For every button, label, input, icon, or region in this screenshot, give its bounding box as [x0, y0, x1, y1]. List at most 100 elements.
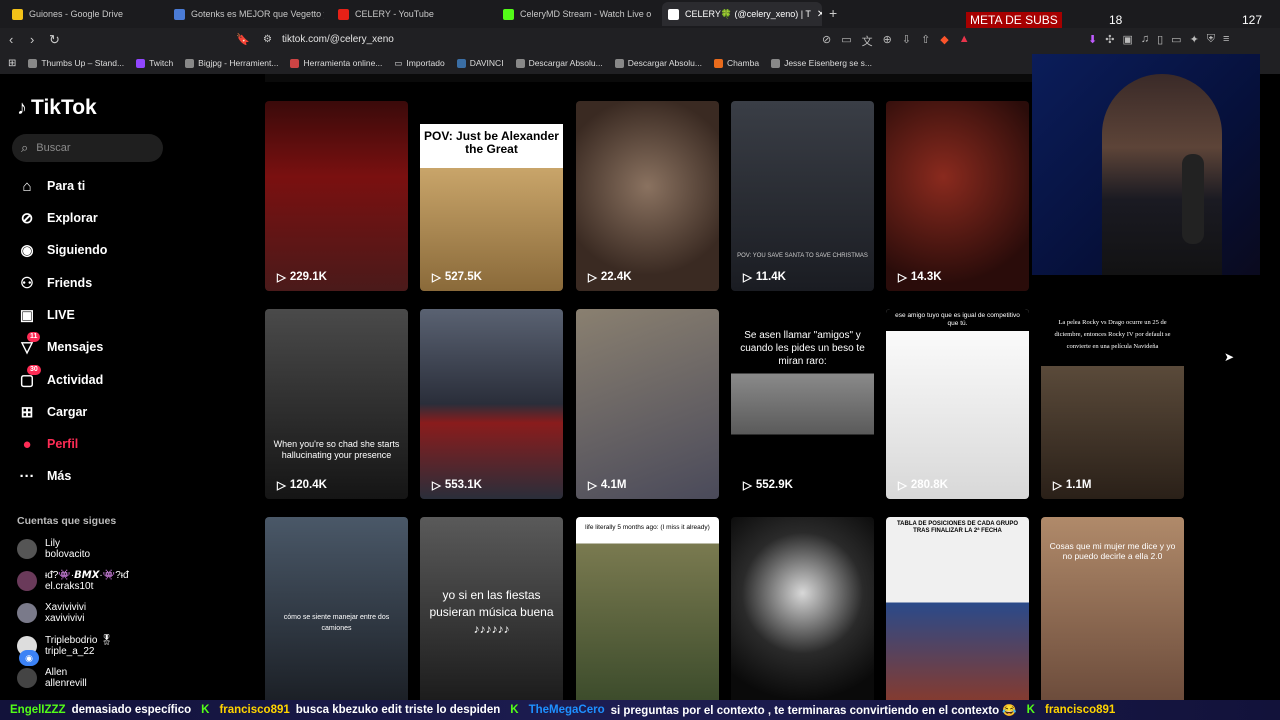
nav-label: Mensajes: [47, 340, 104, 354]
kick-icon: K: [510, 704, 519, 716]
nav-explorar[interactable]: ⊘ Explorar: [17, 207, 98, 229]
compass-icon: ⊘: [20, 210, 34, 227]
play-icon: ▷: [277, 272, 286, 284]
subs-goal-current: 18: [1109, 13, 1123, 27]
chat-message: si preguntas por el contexto , te termin…: [610, 705, 1017, 717]
video-thumbnail[interactable]: POV: YOU SAVE SANTA TO SAVE CHRISTMAS ▷ 1…: [731, 101, 874, 291]
view-count: ▷ 280.8K: [898, 478, 948, 492]
chat-username: TheMegaCero: [528, 704, 605, 716]
view-count: ▷ 22.4K: [588, 270, 632, 284]
tab-tiktok-active[interactable]: CELERY🍀 (@celery_xeno) | T ✕: [662, 2, 822, 26]
video-thumbnail[interactable]: La pelea Rocky vs Drago ocurre un 25 de …: [1041, 309, 1184, 499]
video-thumbnail[interactable]: ▷ 553.1K: [420, 309, 563, 499]
nav-label: Explorar: [47, 211, 98, 225]
nav-perfil[interactable]: ● Perfil: [17, 433, 78, 455]
bookmark-item[interactable]: Herramienta online...: [290, 58, 382, 68]
nav-siguiendo[interactable]: ◉ Siguiendo: [17, 239, 107, 261]
streamer-silhouette: [1102, 74, 1222, 275]
bookmark-item[interactable]: Jesse Eisenberg se s...: [771, 58, 872, 68]
screenshot-icon[interactable]: ▣: [1122, 33, 1132, 46]
video-thumbnail[interactable]: cómo se siente manejar entre dos camione…: [265, 517, 408, 707]
video-thumbnail[interactable]: Se asen llamar "amigos" y cuando les pid…: [731, 309, 874, 499]
tab-google-drive[interactable]: Guiones - Google Drive: [12, 4, 162, 24]
zoom-icon[interactable]: ⊕: [883, 33, 892, 49]
nav-mas[interactable]: ··· Más: [17, 465, 72, 487]
close-icon[interactable]: ✕: [817, 9, 822, 20]
bookmark-item[interactable]: Descargar Absolu...: [614, 58, 702, 68]
vpn-icon[interactable]: ⛨: [1207, 33, 1215, 46]
video-thumbnail[interactable]: life literally 5 months ago: (I miss it …: [576, 517, 719, 707]
share-icon[interactable]: ⇧: [921, 33, 930, 49]
bookmark-icon[interactable]: 🔖: [236, 33, 250, 47]
video-thumbnail[interactable]: ▷ 4.1M: [576, 309, 719, 499]
brave-rewards-icon[interactable]: ▲: [959, 33, 970, 49]
chat-username: francisco891: [1044, 704, 1116, 716]
video-thumbnail[interactable]: POV: Just be Alexander the Great ▷ 527.5K: [420, 101, 563, 291]
download-page-icon[interactable]: ⇩: [902, 33, 911, 49]
profile-icon: ●: [22, 435, 32, 453]
search-icon: ⌕: [21, 140, 29, 155]
view-count-text: 552.9K: [755, 479, 793, 491]
view-count-text: 4.1M: [600, 479, 627, 491]
floating-widget-icon[interactable]: ◉: [19, 650, 39, 666]
video-thumbnail[interactable]: Cosas que mi mujer me dice y yo no puedo…: [1041, 517, 1184, 707]
tiktok-logo[interactable]: ♪ TikTok: [17, 96, 97, 120]
translate-icon[interactable]: 文: [862, 33, 873, 49]
view-count-text: 229.1K: [289, 271, 327, 283]
video-thumbnail[interactable]: [731, 517, 874, 707]
nav-para-ti[interactable]: ⌂ Para ti: [17, 175, 85, 197]
download-icon[interactable]: ⬇: [1088, 33, 1097, 46]
bookmark-item[interactable]: Chamba: [713, 58, 759, 68]
bookmark-item[interactable]: DAVINCI: [456, 58, 504, 68]
bookmark-item[interactable]: Thumbs Up – Stand...: [28, 58, 124, 68]
back-icon[interactable]: ‹: [9, 33, 13, 47]
menu-icon[interactable]: ≡: [1223, 33, 1229, 46]
bookmark-icon: [515, 58, 525, 68]
chat-message: busca kbezuko edit triste lo despiden: [295, 704, 501, 716]
nav-cargar[interactable]: ⊞ Cargar: [17, 401, 88, 423]
brave-shield-icon[interactable]: ◆: [940, 33, 948, 49]
forward-icon[interactable]: ›: [30, 33, 34, 47]
search-input[interactable]: [34, 141, 149, 155]
nav-actividad[interactable]: ▢ 30 Actividad: [17, 365, 103, 391]
nav-live[interactable]: ▣ LIVE: [17, 304, 75, 326]
nav-friends[interactable]: ⚇ Friends: [17, 272, 92, 294]
view-count-text: 553.1K: [444, 479, 482, 491]
following-account[interactable]: Lily bolovacito: [17, 536, 90, 562]
bookmark-item[interactable]: Twitch: [136, 58, 173, 68]
music-icon[interactable]: ♫: [1141, 33, 1149, 46]
following-account[interactable]: Xavivivivi xavivivivi: [17, 600, 86, 626]
url-bar[interactable]: tiktok.com/@celery_xeno: [282, 34, 394, 45]
video-thumbnail[interactable]: yo si en las fiestas pusieran música bue…: [420, 517, 563, 707]
video-thumbnail[interactable]: ▷ 229.1K: [265, 101, 408, 291]
wallet-icon[interactable]: ▭: [1171, 33, 1181, 46]
video-thumbnail[interactable]: ▷ 14.3K: [886, 101, 1029, 291]
following-account[interactable]: Allen allenrevill: [17, 665, 87, 691]
view-count: ▷ 14.3K: [898, 270, 942, 284]
video-thumbnail[interactable]: ese amigo tuyo que es igual de competiti…: [886, 309, 1029, 499]
video-thumbnail[interactable]: TABLA DE POSICIONES DE CADA GRUPO TRAS F…: [886, 517, 1029, 707]
bookmark-folder[interactable]: ▭ Importado: [394, 58, 444, 69]
bookmark-label: DAVINCI: [469, 58, 504, 68]
video-thumbnail[interactable]: When you're so chad she starts hallucina…: [265, 309, 408, 499]
puzzle-icon[interactable]: ✣: [1105, 33, 1114, 46]
new-tab-button[interactable]: +: [829, 5, 837, 21]
tab-youtube[interactable]: CELERY - YouTube: [338, 4, 488, 24]
leo-icon[interactable]: ✦: [1190, 33, 1199, 46]
following-account[interactable]: ᵻᵭ?👾·𝘽𝙈𝙓·👾?ᵻᵭ el.craks10t: [17, 568, 129, 594]
video-thumbnail[interactable]: ▷ 22.4K: [576, 101, 719, 291]
apps-grid-icon[interactable]: ⊞: [8, 58, 16, 69]
bookmark-item[interactable]: Descargar Absolu...: [515, 58, 603, 68]
tiktok-icon: [668, 8, 679, 20]
tab-kick[interactable]: CeleryMD Stream - Watch Live on Kic: [503, 4, 651, 24]
screen-icon[interactable]: ▭: [841, 33, 851, 49]
site-settings-icon[interactable]: ⚙: [263, 33, 272, 47]
reload-icon[interactable]: ↻: [49, 33, 60, 47]
tab-gotenks-doc[interactable]: Gotenks es MEJOR que Vegetto y Go: [174, 4, 324, 24]
sidebar-icon[interactable]: ▯: [1157, 33, 1163, 46]
bookmark-item[interactable]: Bigjpg - Herramient...: [185, 58, 278, 68]
play-icon: ▷: [743, 480, 752, 492]
kick-icon: K: [201, 704, 210, 716]
no-tracking-icon[interactable]: ⊘: [822, 33, 831, 49]
nav-mensajes[interactable]: ▽ 11 Mensajes: [17, 332, 104, 358]
